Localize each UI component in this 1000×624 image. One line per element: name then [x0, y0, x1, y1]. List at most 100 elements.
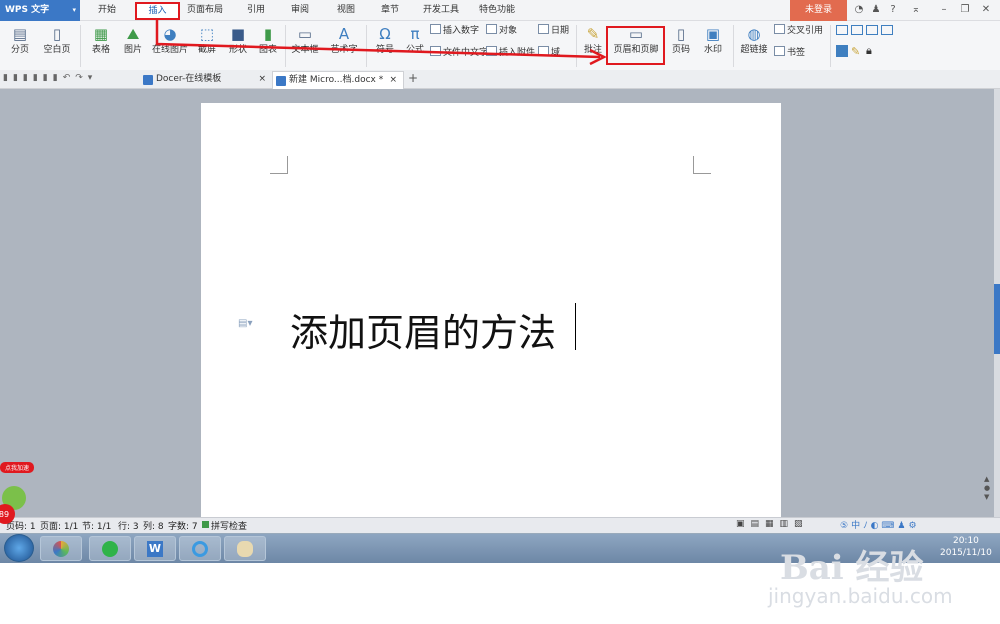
browser-icon: [102, 541, 118, 557]
ime-toolbar[interactable]: ⑤中ﾉ◐⌨♟⚙: [840, 518, 1000, 532]
watermark-brand: Bai 经验: [780, 548, 924, 588]
minimize-icon[interactable]: –: [937, 3, 951, 17]
tab-review[interactable]: 审阅: [282, 0, 318, 21]
text-caret: [575, 303, 576, 350]
paragraph-icon[interactable]: ▤▾: [238, 318, 252, 329]
dropdown-form-icon[interactable]: [866, 25, 878, 35]
clock[interactable]: 20:10 2015/11/10: [940, 535, 992, 559]
chart-icon: ▮: [263, 25, 273, 43]
close-tab-icon[interactable]: ×: [258, 71, 266, 88]
collapse-ribbon-icon[interactable]: ⌅: [909, 3, 923, 17]
quick-access-toolbar[interactable]: ▮▮▮▮▮▮↶↷▾: [3, 73, 128, 85]
close-icon[interactable]: ✕: [979, 3, 993, 17]
skin-icon[interactable]: ◔: [852, 3, 866, 17]
taskbar-ie[interactable]: [179, 536, 221, 561]
page-nav-icons[interactable]: ▲ ● ▼: [984, 475, 992, 513]
status-chars: 字数: 7: [168, 522, 198, 532]
tab-references[interactable]: 引用: [238, 0, 274, 21]
app-menu-button[interactable]: WPS 文字 ▾: [0, 0, 80, 21]
watermark-button[interactable]: ▣ 水印: [698, 22, 728, 72]
table-button[interactable]: ▦ 表格: [86, 22, 116, 72]
separator: [576, 25, 577, 67]
doc-icon: [276, 76, 286, 86]
page-break-button[interactable]: ▤ 分页: [4, 22, 36, 72]
tab-insert[interactable]: 插入: [135, 2, 180, 20]
blank-page-button[interactable]: ▯ 空白页: [38, 22, 76, 72]
formula-button[interactable]: π 公式: [402, 22, 428, 72]
tab-special[interactable]: 特色功能: [474, 0, 520, 21]
bookmark-icon: [774, 46, 785, 56]
doc-tab-active[interactable]: 新建 Micro...档.docx * ×: [272, 71, 404, 89]
watermark-icon: ▣: [705, 25, 721, 43]
close-tab-icon[interactable]: ×: [389, 72, 397, 89]
start-button[interactable]: [4, 534, 34, 562]
header-footer-button[interactable]: ▭ 页眉和页脚: [610, 22, 662, 72]
textbox-button[interactable]: ▭ 文本框: [288, 22, 322, 72]
picture-icon: ⛰: [126, 25, 140, 43]
spellcheck-toggle[interactable]: 拼写检查: [211, 519, 247, 532]
object-icon: [486, 24, 497, 34]
text-from-file-button[interactable]: 文件中文字: [430, 45, 488, 61]
hyperlink-button[interactable]: ◍ 超链接: [738, 22, 770, 72]
list-form-icon[interactable]: [881, 25, 893, 35]
speed-value: 89: [0, 510, 9, 519]
bookmark-button[interactable]: 书签: [774, 45, 805, 61]
paint-icon: [237, 541, 253, 557]
restore-icon[interactable]: ❐: [958, 3, 972, 17]
taskbar-app-1[interactable]: [40, 536, 82, 561]
form-icon[interactable]: [836, 25, 848, 35]
tab-home[interactable]: 开始: [88, 0, 126, 21]
date-button[interactable]: 日期: [538, 23, 569, 39]
lock-icon[interactable]: 🔒︎: [866, 44, 872, 58]
insert-number-button[interactable]: 插入数字: [430, 23, 479, 39]
app-icon: [53, 541, 69, 557]
tab-developer[interactable]: 开发工具: [418, 0, 464, 21]
table-icon: ▦: [93, 25, 109, 43]
taskbar-wps[interactable]: W: [134, 536, 176, 561]
tab-page-layout[interactable]: 页面布局: [183, 0, 227, 21]
online-picture-icon: ◕: [163, 25, 177, 43]
blank-page-icon: ▯: [52, 25, 62, 43]
field-button[interactable]: 域: [538, 45, 560, 61]
help-icon[interactable]: ?: [886, 3, 900, 17]
wordart-button[interactable]: A 艺术字: [326, 22, 362, 72]
login-button[interactable]: 未登录: [790, 0, 847, 21]
screenshot-button[interactable]: ⬚ 截屏: [192, 22, 222, 72]
status-page[interactable]: 页面: 1/1: [40, 519, 78, 532]
attachment-icon: [486, 46, 497, 56]
page-number-button[interactable]: ▯ 页码: [666, 22, 696, 72]
document-text[interactable]: 添加页眉的方法: [290, 302, 556, 357]
chevron-down-icon: ▾: [72, 6, 76, 14]
chart-button[interactable]: ▮ 图表: [254, 22, 282, 72]
ie-icon: [192, 541, 208, 557]
cross-reference-button[interactable]: 交叉引用: [774, 23, 823, 39]
new-tab-button[interactable]: +: [408, 71, 418, 85]
doc-tab-docer[interactable]: Docer-在线模板 ×: [140, 71, 272, 89]
status-section: 节: 1/1: [82, 522, 112, 532]
checkbox-icon[interactable]: [851, 25, 863, 35]
margin-marker-left: [270, 156, 288, 174]
comment-button[interactable]: ✎ 批注: [580, 22, 606, 72]
file-text-icon: [430, 46, 441, 56]
taskbar-browser[interactable]: [89, 536, 131, 561]
tab-section[interactable]: 章节: [372, 0, 408, 21]
pen-icon[interactable]: ✎: [851, 45, 860, 58]
shapes-icon: ■: [230, 25, 246, 43]
separator: [80, 25, 81, 67]
insert-attachment-button[interactable]: 插入附件: [486, 45, 535, 61]
speedup-widget[interactable]: 点我加速 89: [0, 462, 40, 526]
shapes-button[interactable]: ■ 形状: [224, 22, 252, 72]
scroll-thumb[interactable]: [994, 284, 1000, 354]
drop-cap-icon[interactable]: [836, 45, 848, 57]
object-button[interactable]: 对象: [486, 23, 517, 39]
field-icon: [538, 46, 549, 56]
online-picture-button[interactable]: ◕ 在线图片: [150, 22, 190, 72]
page-break-icon: ▤: [12, 25, 28, 43]
picture-button[interactable]: ⛰ 图片: [118, 22, 148, 72]
status-col: 列: 8: [143, 522, 164, 532]
taskbar-paint[interactable]: [224, 536, 266, 561]
symbol-button[interactable]: Ω 符号: [370, 22, 400, 72]
shirt-icon[interactable]: ♟: [869, 3, 883, 17]
tab-view[interactable]: 视图: [328, 0, 364, 21]
view-mode-icons[interactable]: ▣▤▦▥▧: [736, 519, 809, 529]
